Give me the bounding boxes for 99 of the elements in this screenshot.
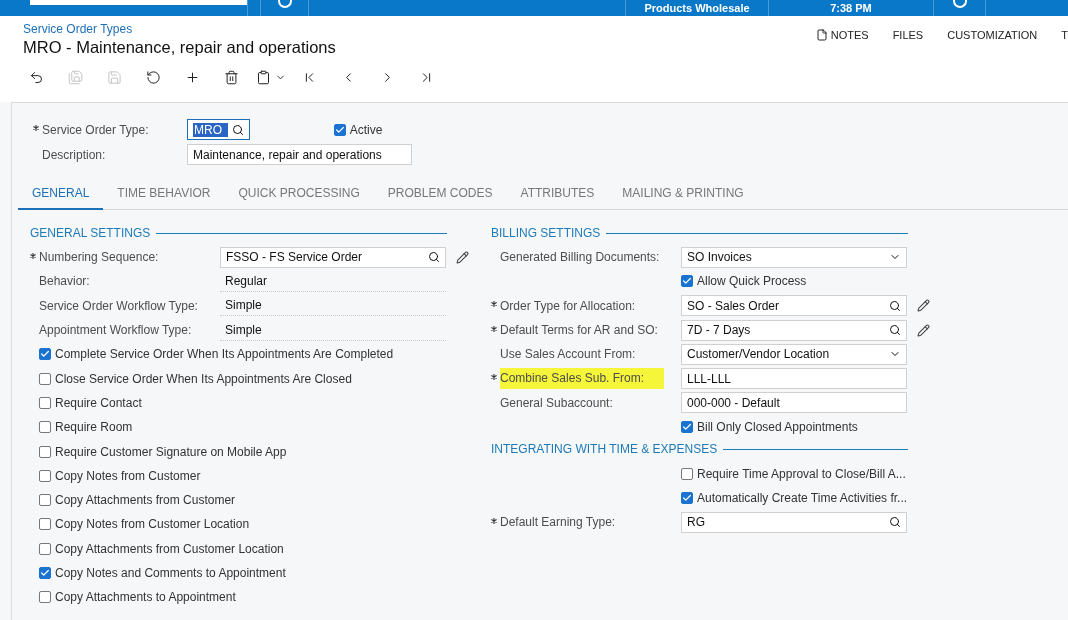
checkbox[interactable]: Copy Attachments from Customer Location [39, 541, 439, 556]
field-label: Behavior: [39, 274, 90, 289]
checkbox-label: Copy Notes from Customer [55, 468, 201, 483]
checkbox-label: Copy Attachments to Appointment [55, 590, 236, 605]
checkbox-box[interactable] [39, 542, 51, 555]
input-field[interactable]: Maintenance, repair and operations [187, 144, 412, 165]
field-label: Default Earning Type: [500, 515, 616, 530]
checkbox[interactable]: Require Customer Signature on Mobile App [39, 444, 439, 459]
checkbox-label: Close Service Order When Its Appointments Are Closed [55, 371, 352, 386]
field-label: Use Sales Account From: [500, 347, 636, 362]
field-label: Numbering Sequence: [39, 250, 159, 265]
lookup-field[interactable]: 7D - 7 Days [681, 319, 907, 341]
checkbox-label: Copy Attachments from Customer Location [55, 541, 284, 556]
checkbox-label: Complete Service Order When Its Appointments Are Completed [55, 347, 394, 362]
checkbox[interactable]: Close Service Order When Its Appointments Are Closed [39, 371, 439, 386]
checkbox-label: Active [349, 122, 383, 137]
checkbox[interactable]: Require Room [39, 420, 439, 435]
tab[interactable]: ATTRIBUTES [506, 179, 609, 210]
help-icon[interactable] [277, 0, 292, 8]
checkbox-box[interactable] [39, 469, 51, 482]
checkbox-label: Copy Notes and Comments to Appointment [55, 566, 286, 580]
checkbox[interactable]: Copy Attachments to Appointment [39, 590, 439, 605]
header-action[interactable]: FILES [880, 28, 936, 42]
search-icon [889, 299, 901, 312]
input-field[interactable]: LLL-LLL [681, 368, 907, 390]
header-action[interactable]: T [1049, 28, 1068, 42]
checkbox-box[interactable] [39, 348, 51, 361]
checkbox-label: Copy Notes from Customer Location [55, 517, 250, 532]
tab[interactable]: GENERAL [18, 179, 104, 210]
checkbox-box[interactable] [39, 518, 51, 531]
field-value: Simple [220, 295, 446, 317]
checkbox-box[interactable] [681, 275, 693, 288]
checkbox-label: Require Contact [55, 395, 142, 410]
checkbox[interactable]: Allow Quick Process [681, 274, 907, 289]
breadcrumb-link[interactable]: Service Order Types [23, 22, 336, 36]
checkbox-box[interactable] [681, 491, 693, 504]
tab[interactable]: PROBLEM CODES [373, 179, 507, 210]
field-label: General Subaccount: [500, 395, 613, 410]
checkbox-label: Require Customer Signature on Mobile App [55, 444, 287, 459]
field-value: Simple [220, 319, 446, 341]
file-icon [815, 29, 828, 41]
clock-time: 7:38 PM [830, 2, 872, 14]
field-label: Description: [42, 147, 107, 162]
header-action[interactable]: CUSTOMIZATION [935, 28, 1050, 42]
pencil-icon[interactable] [456, 250, 470, 264]
checkbox-box[interactable] [39, 567, 51, 579]
tab[interactable]: QUICK PROCESSING [224, 179, 374, 210]
search-icon [232, 123, 244, 136]
dropdown-field[interactable]: Customer/Vendor Location [681, 343, 907, 365]
checkbox-box[interactable] [39, 494, 51, 507]
field-label: Order Type for Allocation: [500, 298, 636, 313]
input-field[interactable]: 000-000 - Default [681, 392, 907, 414]
header-action[interactable]: NOTES [803, 28, 881, 42]
section-title: INTEGRATING WITH TIME & EXPENSES [491, 442, 718, 457]
checkbox-box[interactable] [39, 421, 51, 434]
tab[interactable]: TIME BEHAVIOR [103, 179, 225, 210]
checkbox-box[interactable] [681, 421, 693, 434]
field-label: Default Terms for AR and SO: [500, 323, 658, 338]
checkbox[interactable]: Copy Notes from Customer [39, 468, 439, 483]
search-icon [889, 516, 901, 529]
tab[interactable]: MAILING & PRINTING [608, 179, 758, 210]
search-icon [428, 251, 440, 264]
checkbox[interactable]: Complete Service Order When Its Appointments Are Completed [39, 347, 439, 362]
lookup-field[interactable]: MRO [187, 119, 250, 140]
field-label: Generated Billing Documents: [500, 250, 660, 265]
field-value: Regular [220, 270, 446, 292]
checkbox-label: Copy Attachments from Customer [55, 493, 236, 508]
pencil-icon[interactable] [917, 299, 931, 313]
global-search-field[interactable] [30, 0, 247, 5]
checkbox[interactable]: Bill Only Closed Appointments [681, 420, 907, 435]
checkbox[interactable]: Copy Attachments from Customer [39, 493, 439, 508]
lookup-field[interactable]: RG [681, 511, 907, 533]
checkbox-box[interactable] [39, 372, 51, 385]
user-icon[interactable] [952, 0, 967, 8]
section-title: GENERAL SETTINGS [30, 226, 151, 240]
checkbox[interactable]: Copy Notes and Comments to Appointment [39, 566, 439, 580]
lookup-field[interactable]: SO - Sales Order [681, 295, 907, 317]
checkbox-box[interactable] [681, 467, 693, 480]
page-title: MRO - Maintenance, repair and operations [23, 38, 336, 57]
checkbox[interactable]: Copy Notes from Customer Location [39, 517, 439, 532]
field-label: Service Order Type: [42, 122, 150, 137]
checkbox[interactable]: Require Contact [39, 395, 439, 410]
field-label: Service Order Workflow Type: [39, 298, 198, 313]
section-title: BILLING SETTINGS [491, 226, 601, 240]
checkbox-label: Require Room [55, 420, 133, 435]
lookup-field[interactable]: FSSO - FS Service Order [220, 246, 446, 268]
company-name[interactable]: Products Wholesale [644, 2, 750, 14]
checkbox-box[interactable] [333, 123, 346, 136]
checkbox-box[interactable] [39, 445, 51, 458]
search-icon [889, 324, 901, 337]
checkbox-box[interactable] [39, 591, 51, 604]
dropdown-field[interactable]: SO Invoices [681, 246, 907, 268]
checkbox-box[interactable] [39, 396, 51, 409]
field-label: Appointment Workflow Type: [39, 323, 192, 338]
field-label: Combine Sales Sub. From: [500, 368, 665, 390]
checkbox-label: Allow Quick Process [697, 274, 807, 289]
checkbox[interactable]: Active [333, 122, 452, 137]
pencil-icon[interactable] [917, 323, 931, 337]
checkbox-label: Bill Only Closed Appointments [697, 420, 858, 435]
